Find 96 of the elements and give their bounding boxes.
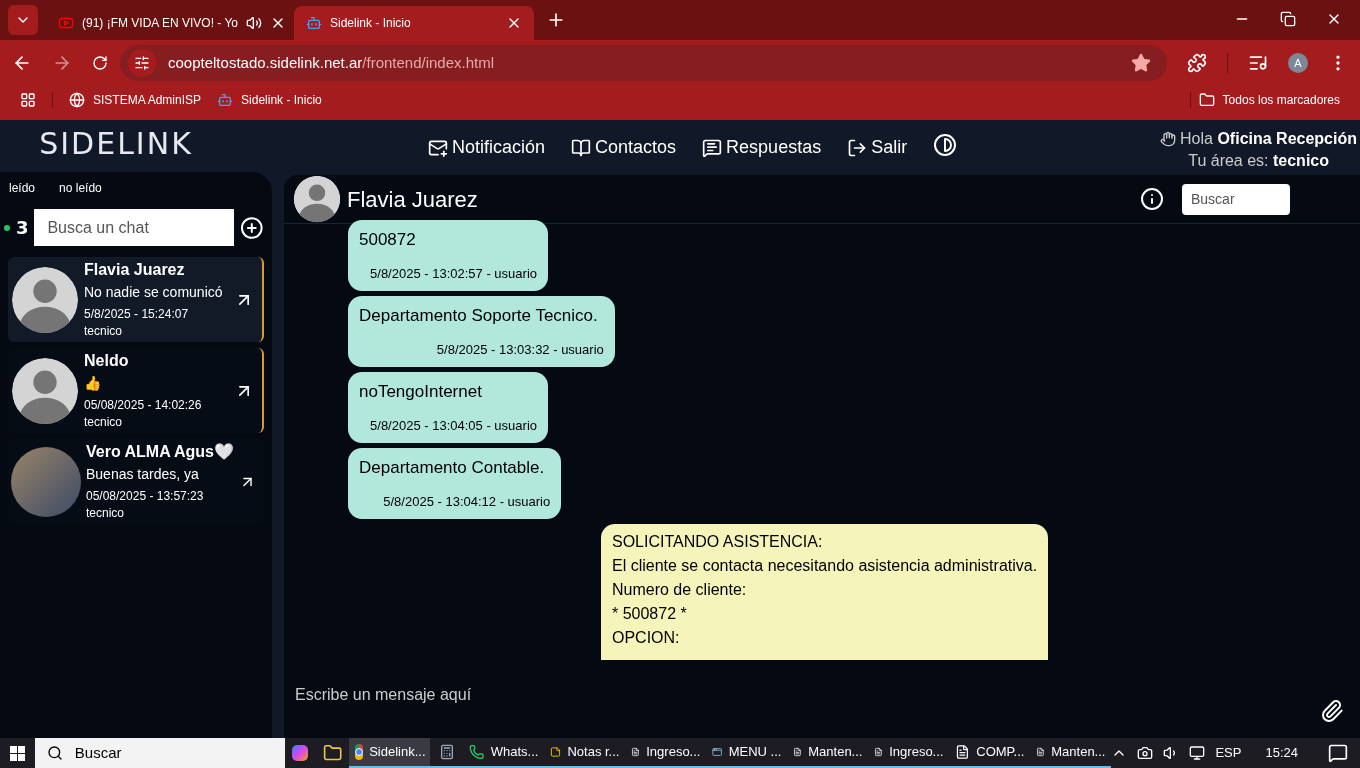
message-text: noTengoInternet [359, 381, 483, 403]
camera-icon[interactable] [1137, 745, 1154, 761]
profile-avatar[interactable]: A [1288, 53, 1308, 73]
note-icon [550, 744, 562, 760]
nav-link[interactable]: Notificación [428, 134, 546, 161]
exit-icon [847, 137, 868, 158]
phone-icon [469, 744, 485, 760]
chat-search-field[interactable]: Busca un chat [34, 209, 235, 246]
taskbar-search[interactable]: Buscar [34, 738, 285, 768]
message-text: Numero de cliente: [612, 580, 748, 600]
tab-title: (91) ¡FM VIDA EN VIVO! - Yo [82, 15, 239, 32]
all-bookmarks-button[interactable]: Todos los marcadores [1198, 91, 1340, 109]
message-text: SOLICITANDO ASISTENCIA: [612, 532, 824, 552]
filter-tab[interactable]: leído [9, 179, 36, 197]
message-text: Departamento Contable. [359, 457, 546, 479]
taskbar-app[interactable]: Manten... [1030, 738, 1112, 768]
url-text: coopteltostado.sidelink.net.ar/frontend/index.html [168, 52, 496, 73]
area-label: tecnico [84, 414, 124, 430]
chat-list-item[interactable]: Vero ALMA Agus🤍 Buenas tardes, ya 05/08/2025 - 13:57:23 tecnico [8, 439, 264, 524]
taskbar-app[interactable]: Sidelink... [349, 738, 431, 768]
message-preview: No nadie se comunicó [84, 284, 224, 302]
message-meta: 5/8/2025 - 13:04:12 - usuario [383, 492, 551, 511]
timestamp: 05/08/2025 - 14:02:26 [84, 397, 203, 413]
bookmark-link[interactable]: Sidelink - Inicio [217, 91, 322, 109]
site-settings-icon [134, 55, 150, 71]
reload-icon[interactable] [92, 55, 108, 71]
restore-icon[interactable] [1280, 11, 1296, 27]
add-icon[interactable] [240, 215, 264, 240]
robot-icon [306, 15, 322, 31]
message-preview: Buenas tardes, ya [86, 466, 200, 484]
timestamp: 05/08/2025 - 13:57:23 [86, 488, 205, 504]
taskbar-app[interactable]: Ingreso... [625, 738, 707, 768]
greeting-text: Hola Oficina Recepción [1180, 129, 1357, 149]
document-icon [955, 744, 971, 760]
message-search-field[interactable]: Buscar [1182, 183, 1290, 215]
message-meta: 5/8/2025 - 13:02:57 - usuario [370, 264, 537, 283]
message-preview: 👍 [84, 375, 102, 393]
area-label: tecnico [84, 323, 124, 339]
message-meta: 5/8/2025 - 13:04:05 - usuario [370, 416, 537, 435]
message-text: * 500872 * [612, 604, 688, 624]
message-text: Departamento Soporte Tecnico. [359, 305, 599, 327]
chat-list-item[interactable]: Flavia Juarez No nadie se comunicó 5/8/2025 - 15:24:07 tecnico [8, 257, 264, 342]
globe-icon [69, 92, 85, 108]
apps-icon[interactable] [20, 92, 36, 108]
book-icon [571, 137, 592, 158]
browser-tab[interactable]: Sidelink - Inicio [294, 6, 534, 40]
wave-icon [1160, 131, 1177, 147]
contact-name: Vero ALMA Agus🤍 [86, 442, 234, 463]
clock[interactable]: 15:24 [1265, 743, 1298, 763]
avatar-icon [293, 175, 341, 223]
nav-link[interactable]: Contactos [571, 134, 677, 161]
message-text: 500872 [359, 229, 417, 251]
tab-title: Sidelink - Inicio [330, 15, 412, 32]
area-text: Tu área es: tecnico [1188, 151, 1330, 171]
browser-tab[interactable]: (91) ¡FM VIDA EN VIVO! - Yo [46, 6, 286, 40]
message-meta: 5/8/2025 - 13:03:32 - usuario [436, 340, 604, 359]
nav-link[interactable]: Respuestas [702, 134, 822, 161]
attach-icon[interactable] [1320, 699, 1344, 723]
media-icon[interactable] [1248, 53, 1268, 73]
calculator-icon [438, 744, 455, 760]
bookmark-star-icon[interactable] [1131, 53, 1151, 73]
browser-icon [355, 744, 364, 760]
tab-list-button[interactable] [8, 5, 38, 35]
chat-count: 3 [15, 216, 29, 240]
message-text: El cliente se contacta necesitando asistencia administrativa. [612, 556, 1038, 576]
taskbar-app[interactable]: Ingreso... [868, 738, 950, 768]
robot-icon [217, 92, 234, 108]
chat-contact-name: Flavia Juarez [347, 185, 479, 214]
folder-icon [1198, 92, 1215, 108]
message-input[interactable]: Escribe un mensaje aquí [295, 685, 1320, 705]
message-text: OPCION: [612, 628, 681, 648]
search-icon [46, 745, 63, 761]
message-icon [702, 137, 723, 158]
address-bar[interactable]: coopteltostado.sidelink.net.ar/frontend/index.html [120, 45, 1167, 81]
folder-icon[interactable] [322, 743, 343, 763]
chat-list-item[interactable]: Neldo 👍 05/08/2025 - 14:02:26 tecnico [8, 348, 264, 433]
network-icon[interactable] [1189, 745, 1206, 761]
nav-link[interactable]: Salir [847, 134, 908, 161]
taskbar-app[interactable]: Notas r... [544, 738, 626, 768]
contact-name: Flavia Juarez [84, 260, 186, 281]
bookmark-link[interactable]: SISTEMA AdminISP [69, 91, 202, 109]
filter-tab[interactable]: no leído [59, 179, 102, 197]
taskbar-app[interactable]: MENU ... [706, 738, 788, 768]
contact-name: Neldo [84, 351, 130, 372]
theme-toggle-icon[interactable] [933, 133, 958, 157]
taskbar-app[interactable]: Manten... [787, 738, 869, 768]
video-icon [58, 15, 74, 31]
logo: SIDELINK [39, 126, 193, 162]
language-indicator[interactable]: ESP [1215, 743, 1242, 763]
taskbar-app[interactable]: COMP... [949, 738, 1031, 768]
notifications-icon[interactable] [1328, 743, 1348, 763]
area-label: tecnico [86, 505, 126, 521]
extensions-icon[interactable] [1187, 53, 1207, 73]
taskbar-app[interactable]: Whats... [463, 738, 545, 768]
timestamp: 5/8/2025 - 15:24:07 [84, 306, 190, 322]
info-icon[interactable] [1140, 187, 1164, 211]
